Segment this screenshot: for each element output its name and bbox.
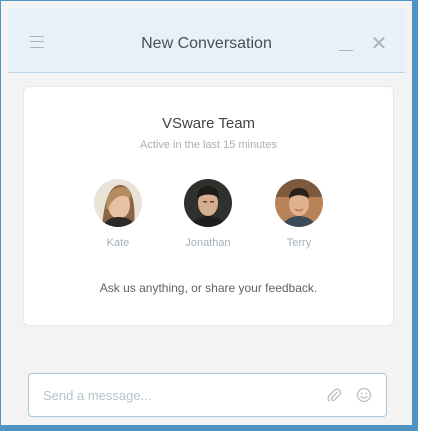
avatar bbox=[184, 179, 232, 227]
team-member-jonathan: Jonathan bbox=[173, 179, 243, 249]
close-icon[interactable]: ✕ bbox=[370, 34, 388, 54]
chat-header: New Conversation ✕ bbox=[8, 8, 405, 73]
team-member-terry: Terry bbox=[264, 179, 334, 249]
member-name: Terry bbox=[286, 237, 312, 249]
smiley-icon[interactable] bbox=[356, 387, 372, 403]
paperclip-icon[interactable] bbox=[326, 387, 342, 403]
member-name: Kate bbox=[106, 237, 130, 249]
team-member-kate: Kate bbox=[83, 179, 153, 249]
message-composer bbox=[28, 373, 387, 417]
team-card: VSware Team Active in the last 15 minute… bbox=[23, 86, 394, 326]
avatar bbox=[94, 179, 142, 227]
team-status: Active in the last 15 minutes bbox=[140, 139, 277, 151]
message-input[interactable] bbox=[43, 384, 303, 406]
team-tagline: Ask us anything, or share your feedback. bbox=[99, 281, 318, 295]
minimize-icon[interactable] bbox=[339, 50, 353, 51]
avatar bbox=[275, 179, 323, 227]
member-name: Jonathan bbox=[185, 237, 231, 249]
team-name: VSware Team bbox=[161, 115, 256, 132]
